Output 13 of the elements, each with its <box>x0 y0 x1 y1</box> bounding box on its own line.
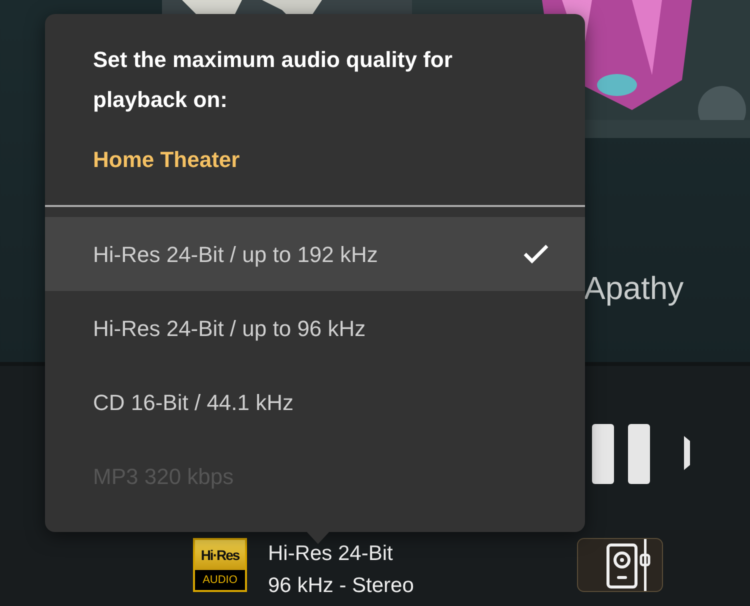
quality-label: Hi-Res 24-Bit <box>268 541 394 567</box>
popup-heading: Set the maximum audio quality for playback on: <box>93 46 454 114</box>
pause-button[interactable] <box>590 422 650 486</box>
format-label: 96 kHz - Stereo <box>268 573 415 599</box>
device-name: Home Theater <box>93 146 241 174</box>
artist-album-line: Apathy <box>584 270 685 306</box>
quality-option[interactable]: CD 16-Bit / 44.1 kHz <box>45 365 585 439</box>
next-icon[interactable] <box>684 436 690 470</box>
quality-option[interactable]: Hi-Res 24-Bit / up to 96 kHz <box>45 291 585 365</box>
checkmark-icon <box>523 244 549 264</box>
output-device-button[interactable] <box>577 538 663 592</box>
hi-res-audio-logo: Hi·Res AUDIO <box>193 538 247 592</box>
quality-option[interactable]: Hi-Res 24-Bit / up to 192 kHz <box>45 217 585 291</box>
